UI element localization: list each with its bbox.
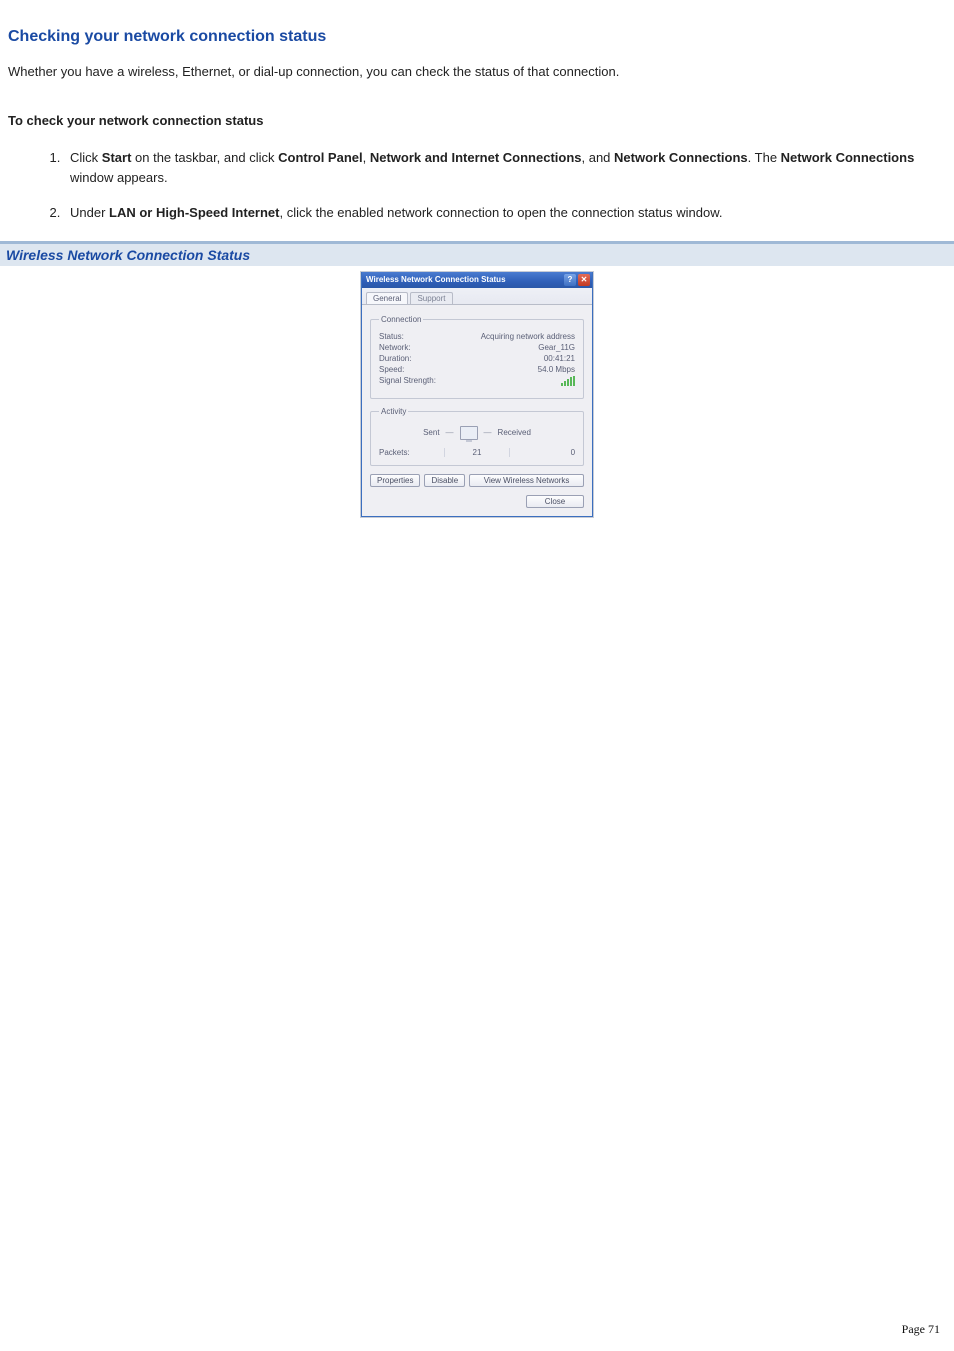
network-value: Gear_11G <box>538 343 575 352</box>
dash-left-icon: — <box>446 428 454 437</box>
network-label: Network: <box>379 343 411 352</box>
close-icon[interactable]: ✕ <box>578 274 590 286</box>
row-network: Network: Gear_11G <box>379 343 575 352</box>
monitor-icon <box>460 426 478 440</box>
dialog-panel: Connection Status: Acquiring network add… <box>362 305 592 495</box>
status-value: Acquiring network address <box>481 332 575 341</box>
tab-general[interactable]: General <box>366 292 408 304</box>
step-1-text-d: , and <box>582 150 615 165</box>
packets-label: Packets: <box>379 448 444 457</box>
duration-value: 00:41:21 <box>544 354 575 363</box>
status-dialog: Wireless Network Connection Status ? ✕ G… <box>361 272 593 517</box>
document-page: Checking your network connection status … <box>0 0 954 1351</box>
page-heading: Checking your network connection status <box>8 28 946 46</box>
status-label: Status: <box>379 332 404 341</box>
help-button[interactable]: ? <box>564 274 576 286</box>
dialog-titlebar[interactable]: Wireless Network Connection Status ? ✕ <box>362 272 592 288</box>
activity-legend: Activity <box>379 407 408 416</box>
speed-value: 54.0 Mbps <box>538 365 575 374</box>
row-speed: Speed: 54.0 Mbps <box>379 365 575 374</box>
dialog-figure: Wireless Network Connection Status ? ✕ G… <box>8 272 946 517</box>
row-duration: Duration: 00:41:21 <box>379 354 575 363</box>
step-2-text-a: Under <box>70 205 109 220</box>
properties-button[interactable]: Properties <box>370 474 420 487</box>
procedure-heading: To check your network connection status <box>8 113 946 128</box>
speed-label: Speed: <box>379 365 404 374</box>
page-number: Page 71 <box>902 1322 940 1337</box>
signal-bars-icon <box>561 376 575 386</box>
step-1-start: Start <box>102 150 132 165</box>
dialog-buttons: Properties Disable View Wireless Network… <box>370 474 584 487</box>
connection-group: Connection Status: Acquiring network add… <box>370 315 584 399</box>
step-1-text-f: window appears. <box>70 170 168 185</box>
dash-right-icon: — <box>484 428 492 437</box>
step-1-text-b: on the taskbar, and click <box>131 150 278 165</box>
intro-paragraph: Whether you have a wireless, Ethernet, o… <box>8 64 946 79</box>
step-2-lan: LAN or High-Speed Internet <box>109 205 279 220</box>
row-status: Status: Acquiring network address <box>379 332 575 341</box>
step-1-text-e: . The <box>748 150 781 165</box>
step-2-text-b: , click the enabled network connection t… <box>279 205 722 220</box>
signal-value <box>561 376 575 388</box>
activity-group: Activity Sent — — Received Packets: 21 0 <box>370 407 584 466</box>
view-wireless-button[interactable]: View Wireless Networks <box>469 474 584 487</box>
step-1: Click Start on the taskbar, and click Co… <box>64 148 946 187</box>
tab-strip: General Support <box>362 288 592 305</box>
packets-row: Packets: 21 0 <box>379 448 575 457</box>
tab-support[interactable]: Support <box>410 292 452 304</box>
step-2: Under LAN or High-Speed Internet, click … <box>64 203 946 223</box>
dialog-footer: Close <box>362 495 592 516</box>
step-1-text-c: , <box>363 150 370 165</box>
connection-legend: Connection <box>379 315 423 324</box>
row-signal: Signal Strength: <box>379 376 575 388</box>
received-label: Received <box>498 428 531 437</box>
packets-sent: 21 <box>444 448 511 457</box>
dialog-title: Wireless Network Connection Status <box>366 275 562 284</box>
packets-received: 0 <box>510 448 575 457</box>
close-button[interactable]: Close <box>526 495 584 508</box>
activity-row: Sent — — Received <box>379 426 575 440</box>
step-1-network-internet: Network and Internet Connections <box>370 150 582 165</box>
step-1-text-a: Click <box>70 150 102 165</box>
sent-label: Sent <box>423 428 439 437</box>
duration-label: Duration: <box>379 354 411 363</box>
step-1-control-panel: Control Panel <box>278 150 363 165</box>
figure-caption-bar: Wireless Network Connection Status <box>0 241 954 266</box>
disable-button[interactable]: Disable <box>424 474 465 487</box>
step-1-network-connections-2: Network Connections <box>781 150 915 165</box>
step-1-network-connections: Network Connections <box>614 150 748 165</box>
procedure-steps: Click Start on the taskbar, and click Co… <box>8 148 946 223</box>
signal-label: Signal Strength: <box>379 376 436 388</box>
